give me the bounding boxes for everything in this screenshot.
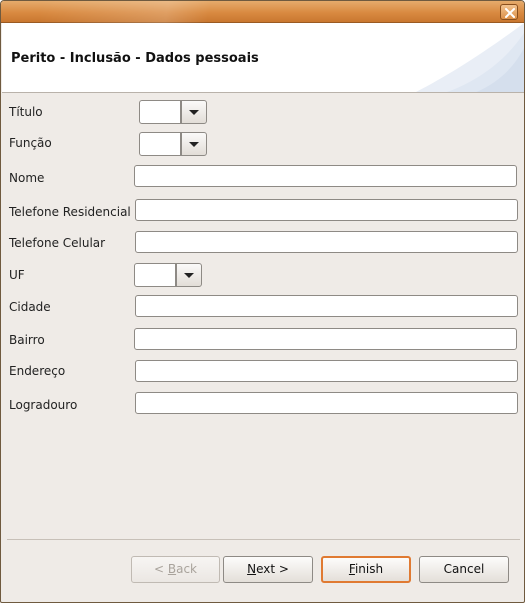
- endereco-input[interactable]: [136, 361, 517, 381]
- wizard-dialog: Perito - Inclusão - Dados pessoais Títul…: [0, 0, 525, 603]
- logradouro-input[interactable]: [136, 393, 517, 413]
- cidade-label: Cidade: [9, 300, 51, 314]
- endereco-label: Endereço: [9, 364, 66, 378]
- finish-button[interactable]: Finish: [321, 556, 411, 583]
- bairro-field[interactable]: [134, 328, 517, 350]
- next-button-label: Next >: [247, 562, 289, 576]
- funcao-label: Função: [9, 136, 52, 150]
- bairro-label: Bairro: [9, 333, 45, 347]
- close-icon: [505, 8, 515, 18]
- titulo-combo-field[interactable]: [139, 100, 181, 124]
- telefone-residencial-input[interactable]: [136, 200, 517, 220]
- finish-button-label: Finish: [348, 562, 384, 576]
- cidade-input[interactable]: [136, 296, 517, 316]
- header-decoration: [415, 23, 524, 92]
- nome-field[interactable]: [134, 165, 517, 187]
- back-button[interactable]: < Back: [131, 556, 220, 583]
- telefone-residencial-field[interactable]: [135, 199, 518, 221]
- nome-label: Nome: [9, 171, 45, 185]
- back-button-label: < Back: [153, 562, 197, 576]
- nome-input[interactable]: [135, 166, 516, 186]
- titulo-label: Título: [9, 105, 43, 119]
- titulo-dropdown-button[interactable]: [181, 100, 207, 124]
- telefone-celular-input[interactable]: [136, 232, 517, 252]
- close-button[interactable]: [500, 4, 518, 20]
- button-separator: [7, 539, 520, 540]
- chevron-down-icon: [184, 273, 194, 278]
- uf-dropdown-button[interactable]: [176, 263, 202, 287]
- cancel-button[interactable]: Cancel: [419, 556, 509, 583]
- funcao-combo-field[interactable]: [139, 132, 181, 156]
- cancel-button-label: Cancel: [443, 562, 485, 576]
- title-bar-sheen: [41, 1, 321, 23]
- funcao-dropdown-button[interactable]: [181, 132, 207, 156]
- uf-label: UF: [9, 268, 25, 282]
- next-button[interactable]: Next >: [223, 556, 313, 583]
- endereco-field[interactable]: [135, 360, 518, 382]
- logradouro-field[interactable]: [135, 392, 518, 414]
- uf-combo-field[interactable]: [134, 263, 176, 287]
- telefone-residencial-label: Telefone Residencial: [9, 205, 131, 219]
- title-bar[interactable]: [1, 1, 524, 23]
- chevron-down-icon: [189, 142, 199, 147]
- cidade-field[interactable]: [135, 295, 518, 317]
- bairro-input[interactable]: [135, 329, 516, 349]
- telefone-celular-label: Telefone Celular: [9, 236, 106, 250]
- telefone-celular-field[interactable]: [135, 231, 518, 253]
- page-title: Perito - Inclusão - Dados pessoais: [11, 51, 259, 66]
- wizard-header: Perito - Inclusão - Dados pessoais: [2, 23, 524, 93]
- chevron-down-icon: [189, 110, 199, 115]
- logradouro-label: Logradouro: [9, 398, 78, 412]
